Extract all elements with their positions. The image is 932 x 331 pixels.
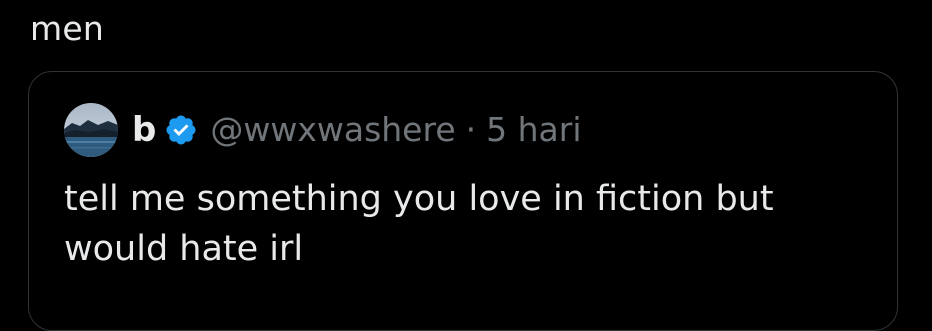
separator-dot: · [465,110,477,149]
avatar-lake-landscape-icon [64,103,118,157]
post-text: men [30,9,104,48]
quoted-post-text: tell me something you love in fiction bu… [64,179,774,269]
avatar[interactable] [64,103,118,157]
display-name[interactable]: b [132,110,156,150]
verified-badge-icon [164,113,198,147]
timestamp[interactable]: 5 hari [486,110,581,150]
quoted-post-card[interactable]: b @wwxwashere · 5 hari tell me something… [28,71,898,331]
quoted-post-header: b @wwxwashere · 5 hari [64,102,581,158]
user-handle[interactable]: @wwxwashere [210,110,455,150]
